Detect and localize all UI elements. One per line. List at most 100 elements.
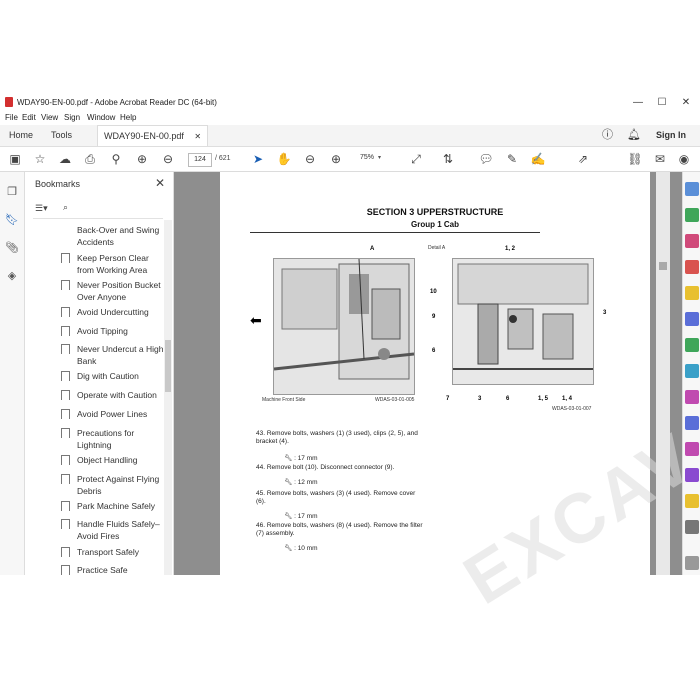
help-icon[interactable]: ⓘ <box>602 125 613 145</box>
bookmarks-scrollbar[interactable] <box>164 220 172 575</box>
step-number: 44. <box>256 464 266 471</box>
maximize-button[interactable]: ☐ <box>652 96 672 110</box>
sign-in-button[interactable]: Sign In <box>656 125 686 145</box>
send-signature-icon[interactable] <box>685 390 699 404</box>
layers-icon[interactable]: ◈ <box>4 268 20 284</box>
email-icon[interactable]: ✉ <box>652 151 668 167</box>
step-number: 45. <box>256 490 266 497</box>
bookmark-label: Practice Safe Maintenance <box>77 565 128 575</box>
upload-cloud-icon[interactable]: ☁ <box>57 151 73 167</box>
document-viewer[interactable]: EXCAVATOR.COM SECTION 3 UPPERSTRUCTURE G… <box>174 172 700 619</box>
redact-icon[interactable] <box>685 442 699 456</box>
callout-7: 7 <box>446 396 450 402</box>
scrollbar-thumb[interactable] <box>659 262 667 270</box>
torque-46: 🔧︎ : 10 mm <box>284 544 318 552</box>
document-scrollbar[interactable] <box>656 172 670 575</box>
minimize-button[interactable]: — <box>628 96 648 110</box>
bookmark-label: Precautions for Lightning <box>77 428 135 450</box>
bookmark-icon <box>61 519 70 529</box>
print-icon[interactable]: ⎙ <box>82 151 98 167</box>
step-text: Remove bolt (10). Disconnect connector (… <box>266 464 395 471</box>
zoom-in-icon[interactable]: ⊕ <box>328 151 344 167</box>
create-pdf-icon[interactable] <box>685 260 699 274</box>
bookmark-icon <box>61 501 70 511</box>
tab-document[interactable]: WDAY90-EN-00.pdf ✕ <box>97 125 209 146</box>
bookmark-options-icon[interactable]: ☰▾ <box>35 203 48 214</box>
bookmark-label: Transport Safely <box>77 547 140 557</box>
comment-tool-icon[interactable] <box>685 286 699 300</box>
zoom-level-select[interactable]: 75% <box>360 154 374 161</box>
total-pages: / 621 <box>215 155 231 162</box>
chevron-down-icon[interactable]: ▾ <box>378 154 381 161</box>
menu-window[interactable]: Window <box>87 113 115 122</box>
menu-sign[interactable]: Sign <box>64 113 80 122</box>
close-window-button[interactable]: ✕ <box>676 96 696 110</box>
protect-icon[interactable] <box>685 416 699 430</box>
account-icon[interactable]: ◉ <box>676 151 692 167</box>
star-icon[interactable]: ☆ <box>32 151 48 167</box>
zoom-out-icon[interactable]: ⊖ <box>302 151 318 167</box>
section-title: SECTION 3 UPPERSTRUCTURE <box>366 207 504 217</box>
bookmark-icon <box>61 390 70 400</box>
callout-1-5: 1, 5 <box>538 396 549 402</box>
tab-home[interactable]: Home <box>9 125 33 145</box>
menu-view[interactable]: View <box>41 113 58 122</box>
left-navigation-rail: ❐ 🔖︎ 📎︎ ◈ <box>0 172 25 575</box>
combine-files-icon[interactable] <box>685 312 699 326</box>
attachments-icon[interactable]: 📎︎ <box>4 240 20 256</box>
callout-9: 9 <box>432 314 436 320</box>
zoom-search-icon[interactable]: ⚲ <box>108 151 124 167</box>
scroll-mode-icon[interactable]: ⇅ <box>440 151 456 167</box>
compress-pdf-icon[interactable] <box>685 338 699 352</box>
bookmark-icon <box>61 565 70 575</box>
find-bookmark-icon[interactable]: ⌕ <box>63 202 68 213</box>
menu-file[interactable]: File <box>5 113 18 122</box>
draw-icon[interactable]: ✍ <box>530 151 546 167</box>
export-pdf-icon[interactable] <box>685 208 699 222</box>
save-icon[interactable]: ▣ <box>7 151 23 167</box>
bookmark-icon <box>61 547 70 557</box>
bookmarks-header: Bookmarks <box>35 179 81 189</box>
close-tab-icon[interactable]: ✕ <box>194 132 201 141</box>
callout-6b: 6 <box>506 396 510 402</box>
previous-page-icon[interactable]: ⊕ <box>134 151 150 167</box>
share-link-icon[interactable]: ⇗ <box>575 151 591 167</box>
bookmark-label: Avoid Undercutting <box>77 307 149 317</box>
close-panel-icon[interactable]: ✕ <box>155 176 165 190</box>
highlight-pen-icon[interactable]: ✎ <box>504 151 520 167</box>
bookmark-icon <box>61 326 70 336</box>
page-thumbnails-icon[interactable]: ❐ <box>4 184 20 200</box>
fit-page-icon[interactable]: ⤢ <box>408 151 424 167</box>
tab-tools[interactable]: Tools <box>51 125 72 145</box>
figure-left-code: WDAS-03-01-005 <box>375 397 415 403</box>
select-cursor-icon[interactable]: ➤ <box>250 151 266 167</box>
hand-tool-icon[interactable]: ✋ <box>276 151 292 167</box>
step-text: Remove bolts, washers (3) (4 used). Remo… <box>256 490 416 505</box>
scrollbar-thumb[interactable] <box>165 340 171 392</box>
organize-pages-icon[interactable] <box>685 234 699 248</box>
more-tools-icon[interactable] <box>685 520 699 534</box>
fill-sign-icon[interactable] <box>685 364 699 378</box>
bookmark-icon <box>61 455 70 465</box>
comment-icon[interactable]: 💬︎ <box>478 151 494 167</box>
page-number-input[interactable]: 124 <box>188 153 212 167</box>
step-46: 46. Remove bolts, washers (8) (4 used). … <box>256 522 426 538</box>
menu-edit[interactable]: Edit <box>22 113 36 122</box>
step-43: 43. Remove bolts, washers (1) (3 used), … <box>256 430 426 446</box>
menu-help[interactable]: Help <box>120 113 136 122</box>
callout-3b: 3 <box>478 396 482 402</box>
prepare-form-icon[interactable] <box>685 494 699 508</box>
bookmark-label: Never Position Bucket Over Anyone <box>77 280 161 302</box>
step-44: 44. Remove bolt (10). Disconnect connect… <box>256 464 426 472</box>
step-text: Remove bolts, washers (8) (4 used). Remo… <box>256 522 423 537</box>
bookmarks-icon[interactable]: 🔖︎ <box>4 212 20 228</box>
edit-pdf-icon[interactable] <box>685 468 699 482</box>
share-icon[interactable]: ⛓ <box>627 151 643 167</box>
detail-a-figure <box>452 258 594 385</box>
callout-1-4: 1, 4 <box>562 396 573 402</box>
collapse-panel-icon[interactable] <box>685 556 699 570</box>
notifications-bell-icon[interactable]: 🔔︎ <box>627 125 641 145</box>
bookmark-icon <box>61 371 70 381</box>
search-tool-icon[interactable] <box>685 182 699 196</box>
next-page-icon[interactable]: ⊖ <box>160 151 176 167</box>
